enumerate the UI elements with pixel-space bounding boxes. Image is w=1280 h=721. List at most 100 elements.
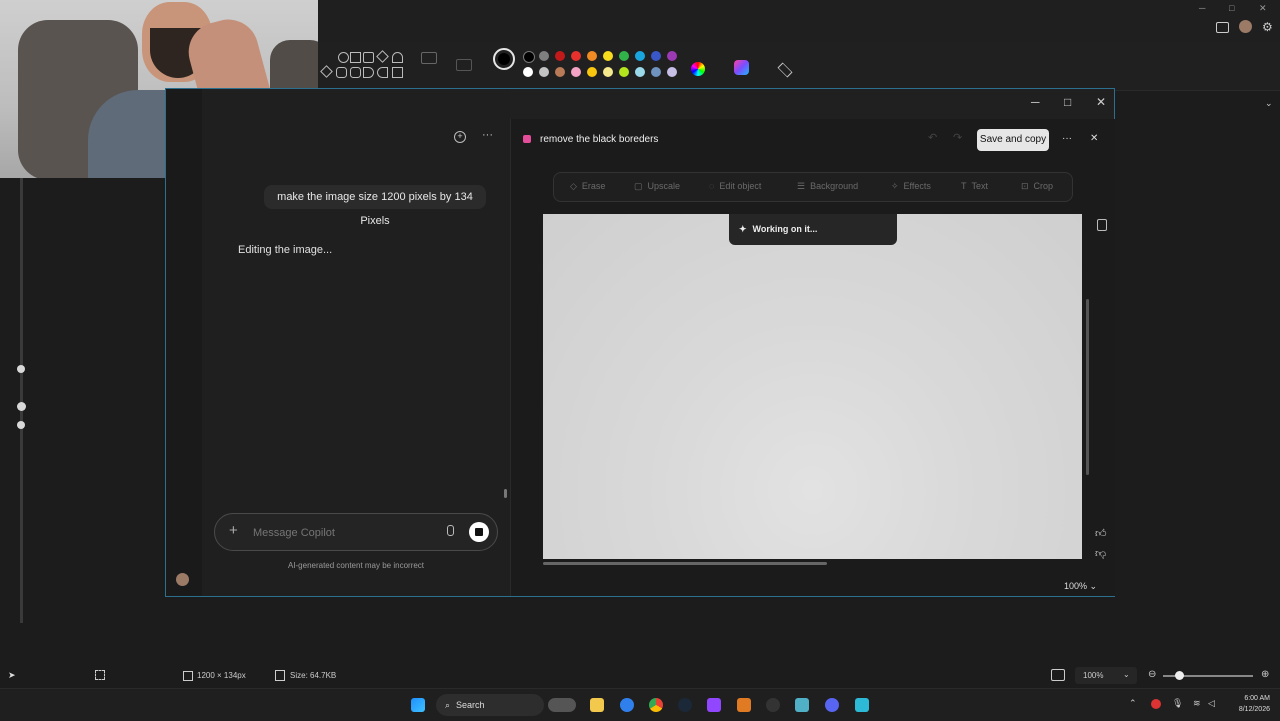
- message-composer[interactable]: +: [214, 513, 498, 551]
- user-avatar[interactable]: [176, 573, 189, 586]
- microphone-tray-icon[interactable]: 🎙︎: [1172, 698, 1183, 709]
- pentagon-shape-icon[interactable]: [336, 67, 347, 78]
- editor-zoom-select[interactable]: 100% ⌄: [1064, 581, 1097, 592]
- diamond-shape-icon[interactable]: [376, 50, 389, 63]
- outline-icon[interactable]: [421, 52, 437, 64]
- chrome-icon[interactable]: [649, 698, 663, 712]
- color-lightturquoise-swatch[interactable]: [635, 67, 645, 77]
- paint-icon[interactable]: [855, 698, 869, 712]
- app-icon[interactable]: [795, 698, 809, 712]
- paint-maximize-button[interactable]: □: [1229, 3, 1234, 13]
- taskbar-search[interactable]: ⌕ Search: [436, 694, 544, 716]
- editor-close-button[interactable]: ✕: [1090, 133, 1098, 144]
- tool-effects[interactable]: ✧ Effects: [891, 181, 931, 192]
- chat-more-icon[interactable]: ···: [482, 129, 493, 141]
- slider-thumb-bottom[interactable]: [17, 421, 25, 429]
- copilot-minimize-button[interactable]: ─: [1031, 95, 1040, 109]
- wifi-icon[interactable]: ≋: [1193, 698, 1201, 709]
- color-bluegray-swatch[interactable]: [651, 67, 661, 77]
- color-purple-swatch[interactable]: [667, 51, 677, 61]
- chat-scrollbar[interactable]: [504, 489, 507, 498]
- color-darkred-swatch[interactable]: [555, 51, 565, 61]
- fit-to-window-icon[interactable]: [1051, 669, 1065, 681]
- color-red-swatch[interactable]: [571, 51, 581, 61]
- undo-icon[interactable]: ↶: [928, 131, 937, 144]
- rectangle-shape-icon[interactable]: [350, 52, 361, 63]
- triangle-shape-icon[interactable]: [392, 52, 403, 63]
- start-button-icon[interactable]: [411, 698, 425, 712]
- color-lightyellow-swatch[interactable]: [603, 67, 613, 77]
- redo-icon[interactable]: ↷: [953, 131, 962, 144]
- color-indigo-swatch[interactable]: [651, 51, 661, 61]
- zoom-select[interactable]: 100% ⌄: [1075, 667, 1137, 684]
- file-explorer-icon[interactable]: [590, 698, 604, 712]
- color-yellow-swatch[interactable]: [603, 51, 613, 61]
- canvas-horizontal-scrollbar[interactable]: [543, 562, 827, 565]
- add-attachment-icon[interactable]: +: [229, 523, 238, 539]
- settings-gear-icon[interactable]: ⚙: [1262, 20, 1273, 34]
- color-lime-swatch[interactable]: [619, 67, 629, 77]
- layers-icon[interactable]: [777, 62, 793, 78]
- zoom-in-icon[interactable]: ⊕: [1261, 669, 1269, 680]
- widgets-icon[interactable]: [548, 698, 576, 712]
- twitch-icon[interactable]: [707, 698, 721, 712]
- color-turquoise-swatch[interactable]: [635, 51, 645, 61]
- oval-shape-icon[interactable]: [338, 52, 349, 63]
- tool-crop[interactable]: ⊡ Crop: [1021, 181, 1053, 192]
- current-color-swatch[interactable]: [493, 48, 515, 70]
- color-white-swatch[interactable]: [523, 67, 533, 77]
- color-lightgray-swatch[interactable]: [539, 67, 549, 77]
- show-hidden-icons[interactable]: ⌃: [1129, 698, 1137, 709]
- tool-upscale[interactable]: ▢ Upscale: [634, 181, 680, 192]
- color-pink-swatch[interactable]: [571, 67, 581, 77]
- left-arrow-shape-icon[interactable]: [377, 67, 388, 78]
- color-brown-swatch[interactable]: [555, 67, 565, 77]
- color-gold-swatch[interactable]: [587, 67, 597, 77]
- right-arrow-shape-icon[interactable]: [363, 67, 374, 78]
- rounded-rectangle-shape-icon[interactable]: [363, 52, 374, 63]
- tool-erase[interactable]: ◇ Erase: [570, 181, 605, 192]
- chevron-down-icon[interactable]: ⌄: [1265, 98, 1273, 109]
- paint-minimize-button[interactable]: ─: [1199, 3, 1205, 13]
- folder-app-icon[interactable]: [737, 698, 751, 712]
- message-input[interactable]: [251, 524, 435, 542]
- color-lavender-swatch[interactable]: [667, 67, 677, 77]
- canvas-vertical-scrollbar[interactable]: [1086, 299, 1089, 475]
- color-black-swatch[interactable]: [523, 51, 535, 63]
- steam-icon[interactable]: [678, 698, 692, 712]
- fill-icon[interactable]: [456, 59, 472, 71]
- compare-icon[interactable]: [1097, 219, 1107, 231]
- color-orange-swatch[interactable]: [587, 51, 597, 61]
- zoom-out-icon[interactable]: ⊖: [1148, 669, 1156, 680]
- stop-generating-button[interactable]: [469, 522, 489, 542]
- tray-app-icon[interactable]: [1151, 699, 1161, 709]
- copilot-icon[interactable]: [734, 60, 749, 75]
- editor-more-button[interactable]: ···: [1062, 133, 1072, 144]
- copilot-maximize-button[interactable]: □: [1064, 95, 1071, 109]
- slider-thumb-top[interactable]: [17, 365, 25, 373]
- thumbs-up-icon[interactable]: 👍︎: [1095, 527, 1107, 540]
- color-gray-swatch[interactable]: [539, 51, 549, 61]
- paint-close-button[interactable]: ✕: [1259, 3, 1267, 14]
- color-green-swatch[interactable]: [619, 51, 629, 61]
- up-arrow-shape-icon[interactable]: [392, 67, 403, 78]
- zoom-slider-thumb[interactable]: [1175, 671, 1184, 680]
- copilot-close-button[interactable]: ✕: [1096, 95, 1106, 109]
- discord-icon[interactable]: [825, 698, 839, 712]
- share-icon[interactable]: [1216, 22, 1229, 33]
- volume-icon[interactable]: ◁: [1208, 698, 1215, 709]
- obs-icon[interactable]: [766, 698, 780, 712]
- edit-colors-icon[interactable]: [691, 62, 705, 76]
- tool-background[interactable]: ☰ Background: [797, 181, 858, 192]
- tool-text[interactable]: T Text: [961, 181, 988, 191]
- thumbs-down-icon[interactable]: 👎︎: [1095, 547, 1106, 560]
- image-canvas[interactable]: [543, 214, 1082, 559]
- hexagon-shape-icon[interactable]: [350, 67, 361, 78]
- messenger-icon[interactable]: [620, 698, 634, 712]
- new-chat-icon[interactable]: +: [454, 131, 466, 143]
- account-avatar[interactable]: [1239, 20, 1252, 33]
- brush-size-slider[interactable]: [20, 178, 23, 623]
- microphone-icon[interactable]: [447, 525, 454, 536]
- clock[interactable]: 6:00 AM 8/12/2026: [1228, 693, 1270, 715]
- save-and-copy-button[interactable]: Save and copy: [977, 129, 1049, 151]
